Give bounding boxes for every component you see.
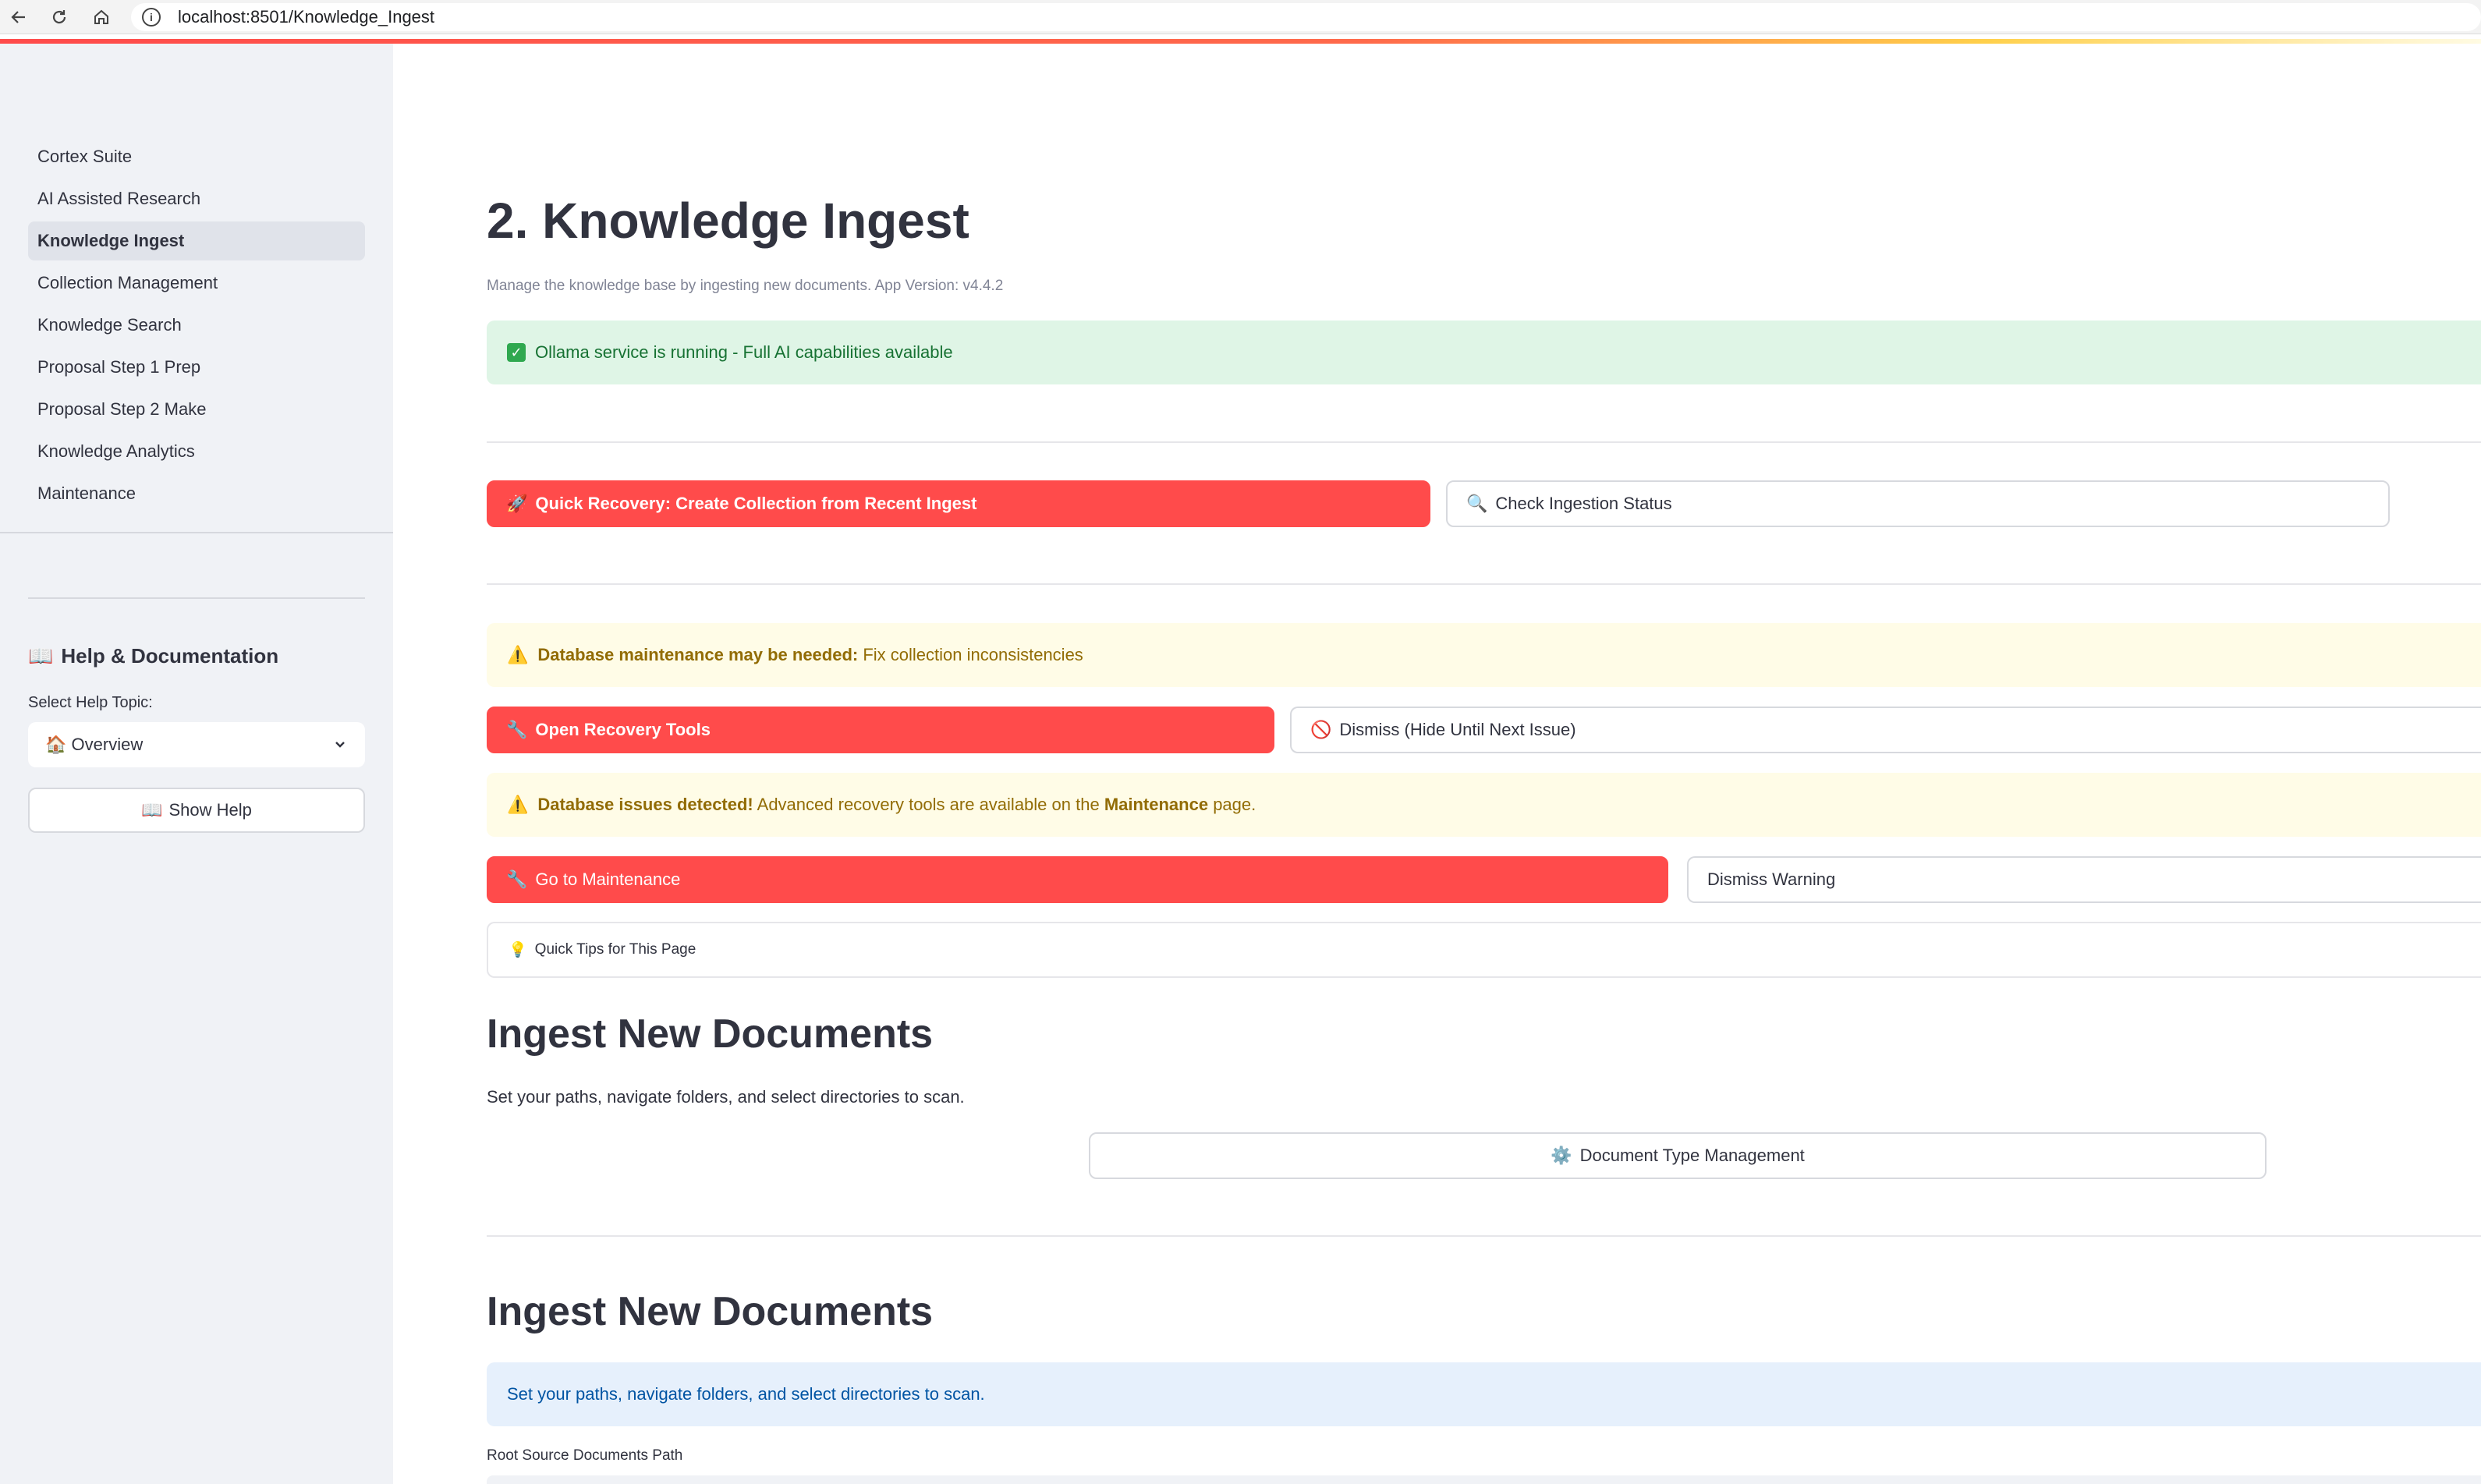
lightbulb-icon: 💡 [509,942,527,958]
show-help-button[interactable]: 📖 Show Help [28,788,365,833]
dismiss-hide-button[interactable]: 🚫 Dismiss (Hide Until Next Issue) [1290,707,2481,753]
dismiss-warning-button[interactable]: Dismiss Warning [1687,856,2481,903]
maintenance-warning-alert: ⚠️ Database maintenance may be needed: F… [487,623,2481,687]
database-issues-alert: ⚠️ Database issues detected! Advanced re… [487,773,2481,837]
rocket-icon: 🚀 [506,494,528,513]
sidebar-nav: Cortex Suite AI Assisted Research Knowle… [28,137,365,516]
help-heading-text: Help & Documentation [61,644,279,668]
section-description: Set your paths, navigate folders, and se… [487,1087,965,1107]
prohibited-icon: 🚫 [1310,720,1332,739]
maintenance-link-text: Maintenance [1104,795,1209,814]
sidebar-item-knowledge-analytics[interactable]: Knowledge Analytics [28,432,365,471]
ollama-status-alert: ✓ Ollama service is running - Full AI ca… [487,321,2481,384]
database-issues-bold: Database issues detected! [537,795,753,814]
divider [487,441,2481,443]
database-issues-text-end: page. [1208,795,1256,814]
quick-tips-label: Quick Tips for This Page [534,941,696,958]
open-recovery-tools-button[interactable]: 🔧 Open Recovery Tools [487,707,1274,753]
help-topic-text: Overview [71,735,144,754]
maintenance-warning-bold: Database maintenance may be needed: [537,645,859,664]
document-type-management-label: Document Type Management [1579,1146,1805,1165]
root-path-input[interactable] [487,1475,2481,1484]
sidebar-divider [28,597,365,599]
sidebar-item-knowledge-search[interactable]: Knowledge Search [28,306,365,345]
site-info-icon[interactable]: i [142,8,161,27]
main-content: 2. Knowledge Ingest Manage the knowledge… [393,44,2481,1484]
help-topic-value: 🏠 Overview [45,735,143,755]
help-topic-label: Select Help Topic: [28,694,153,711]
quick-recovery-label: Quick Recovery: Create Collection from R… [535,494,977,513]
help-heading: 📖 Help & Documentation [28,644,278,668]
paths-info-text: Set your paths, navigate folders, and se… [507,1384,985,1404]
warning-icon: ⚠️ [507,795,529,814]
section-heading: Ingest New Documents [487,1289,934,1334]
book-icon: 📖 [141,800,163,820]
go-to-maintenance-label: Go to Maintenance [535,870,681,889]
url-text: localhost:8501/Knowledge_Ingest [178,7,435,27]
divider [487,1235,2481,1237]
back-icon[interactable] [5,3,33,31]
sidebar-item-collection-management[interactable]: Collection Management [28,264,365,303]
page-caption: Manage the knowledge base by ingesting n… [487,278,1004,294]
sidebar-item-maintenance[interactable]: Maintenance [28,474,365,513]
paths-info-alert: Set your paths, navigate folders, and se… [487,1362,2481,1426]
sidebar-item-proposal-step-2[interactable]: Proposal Step 2 Make [28,390,365,429]
sidebar-item-knowledge-ingest[interactable]: Knowledge Ingest [28,221,365,260]
dismiss-hide-label: Dismiss (Hide Until Next Issue) [1339,720,1576,739]
home-icon[interactable] [87,3,115,31]
database-issues-text: Advanced recovery tools are available on… [753,795,1104,814]
page-title: 2. Knowledge Ingest [487,193,969,249]
open-recovery-tools-label: Open Recovery Tools [535,720,711,739]
wrench-icon: 🔧 [506,720,528,739]
reload-icon[interactable] [45,3,73,31]
sidebar-item-proposal-step-1[interactable]: Proposal Step 1 Prep [28,348,365,387]
go-to-maintenance-button[interactable]: 🔧 Go to Maintenance [487,856,1668,903]
quick-recovery-button[interactable]: 🚀 Quick Recovery: Create Collection from… [487,480,1430,527]
sidebar: Cortex Suite AI Assisted Research Knowle… [0,44,393,1484]
check-icon: ✓ [507,343,526,362]
browser-toolbar: i localhost:8501/Knowledge_Ingest [0,0,2481,34]
dismiss-warning-label: Dismiss Warning [1707,870,1836,889]
book-icon: 📖 [28,644,54,668]
sidebar-divider [0,532,393,533]
gear-icon: ⚙️ [1551,1146,1572,1165]
magnifier-icon: 🔍 [1466,494,1488,513]
sidebar-item-cortex-suite[interactable]: Cortex Suite [28,137,365,176]
document-type-management-button[interactable]: ⚙️ Document Type Management [1089,1132,2267,1179]
address-bar[interactable]: i localhost:8501/Knowledge_Ingest [131,3,2481,31]
root-path-label: Root Source Documents Path [487,1447,683,1464]
check-ingestion-status-label: Check Ingestion Status [1495,494,1672,513]
divider [487,583,2481,585]
show-help-label: Show Help [168,800,252,820]
maintenance-warning-text: Fix collection inconsistencies [858,645,1083,664]
wrench-icon: 🔧 [506,870,528,889]
check-ingestion-status-button[interactable]: 🔍 Check Ingestion Status [1446,480,2390,527]
house-icon: 🏠 [45,735,67,754]
warning-icon: ⚠️ [507,645,529,664]
ollama-status-text: Ollama service is running - Full AI capa… [535,342,953,362]
quick-tips-expander[interactable]: 💡 Quick Tips for This Page [487,922,2481,978]
section-heading: Ingest New Documents [487,1011,934,1057]
help-topic-select[interactable]: 🏠 Overview [28,722,365,767]
sidebar-item-ai-assisted-research[interactable]: AI Assisted Research [28,179,365,218]
chevron-down-icon [335,742,345,748]
